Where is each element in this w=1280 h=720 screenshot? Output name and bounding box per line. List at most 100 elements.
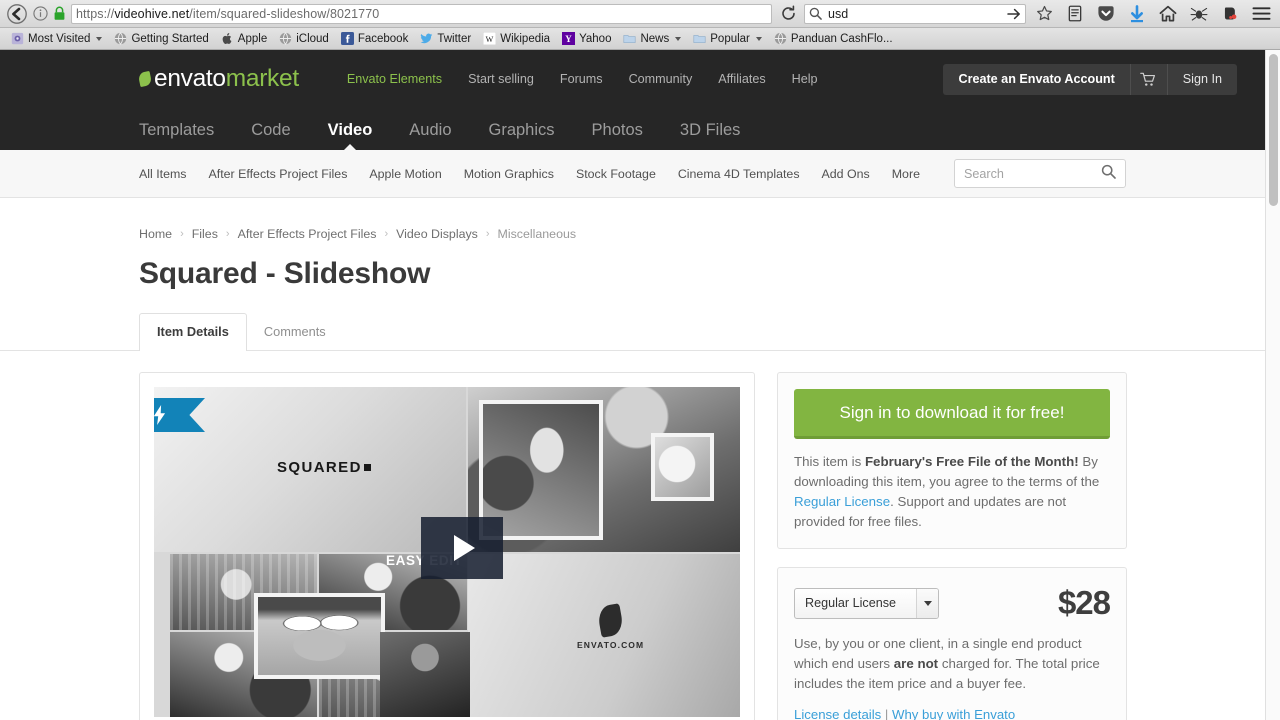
subnav-link-after-effects-project-files[interactable]: After Effects Project Files bbox=[209, 167, 348, 181]
create-account-button[interactable]: Create an Envato Account bbox=[943, 64, 1129, 95]
globe-icon bbox=[115, 32, 127, 45]
subnav-link-cinema-4d-templates[interactable]: Cinema 4D Templates bbox=[678, 167, 800, 181]
bookmark-most-visited[interactable]: Most Visited bbox=[6, 31, 107, 46]
nav-item-photos[interactable]: Photos bbox=[592, 121, 643, 150]
subnav-link-apple-motion[interactable]: Apple Motion bbox=[369, 167, 441, 181]
preview-card: SQUARED EASY EDIT ENVATO.COM bbox=[139, 372, 755, 720]
padlock-icon bbox=[53, 6, 66, 21]
bookmark-facebook[interactable]: Facebook bbox=[336, 31, 414, 46]
breadcrumb-after-effects-project-files[interactable]: After Effects Project Files bbox=[238, 227, 377, 241]
breadcrumb-home[interactable]: Home bbox=[139, 227, 172, 241]
header-top-bar: envato market Envato Elements Start sell… bbox=[0, 50, 1265, 108]
tab-comments[interactable]: Comments bbox=[247, 314, 343, 350]
facebook-icon bbox=[340, 32, 354, 45]
envato-market-logo[interactable]: envato market bbox=[137, 65, 299, 93]
nav-item-graphics[interactable]: Graphics bbox=[489, 121, 555, 150]
scrollbar-thumb[interactable] bbox=[1269, 54, 1278, 206]
reload-icon[interactable] bbox=[777, 3, 799, 25]
bookmark-wikipedia[interactable]: W Wikipedia bbox=[478, 31, 555, 46]
collage-photo bbox=[258, 597, 381, 675]
breadcrumb: Home › Files › After Effects Project Fil… bbox=[139, 198, 1126, 241]
subnav-link-stock-footage[interactable]: Stock Footage bbox=[576, 167, 656, 181]
arrow-right-icon[interactable] bbox=[1007, 7, 1021, 21]
envato-leaf-icon bbox=[137, 70, 153, 88]
header-link-affiliates[interactable]: Affiliates bbox=[718, 72, 765, 86]
back-arrow-icon[interactable] bbox=[6, 3, 28, 25]
evernote-icon[interactable] bbox=[1217, 2, 1243, 26]
bug-icon[interactable] bbox=[1186, 2, 1212, 26]
video-preview[interactable]: SQUARED EASY EDIT ENVATO.COM bbox=[154, 387, 740, 717]
nav-item-video[interactable]: Video bbox=[328, 121, 373, 150]
license-description: Use, by you or one client, in a single e… bbox=[794, 634, 1110, 694]
info-circle-icon[interactable] bbox=[33, 6, 48, 21]
nav-item-templates[interactable]: Templates bbox=[139, 121, 214, 150]
subnav-link-all-items[interactable]: All Items bbox=[139, 167, 187, 181]
tab-item-details[interactable]: Item Details bbox=[139, 313, 247, 351]
chevron-down-icon bbox=[755, 36, 762, 41]
download-icon[interactable] bbox=[1124, 2, 1150, 26]
url-bar[interactable]: https://videohive.net/item/squared-slide… bbox=[71, 3, 772, 24]
wikipedia-icon: W bbox=[483, 32, 497, 45]
play-button[interactable] bbox=[421, 517, 503, 579]
breadcrumb-video-displays[interactable]: Video Displays bbox=[396, 227, 478, 241]
header-link-community[interactable]: Community bbox=[629, 72, 693, 86]
page-scrollbar[interactable] bbox=[1265, 50, 1280, 720]
subnav-link-motion-graphics[interactable]: Motion Graphics bbox=[464, 167, 554, 181]
subnav-link-more[interactable]: More bbox=[892, 167, 920, 181]
page-content: envato market Envato Elements Start sell… bbox=[0, 50, 1265, 720]
header-links: Envato Elements Start selling Forums Com… bbox=[347, 72, 818, 86]
squared-title-text: SQUARED bbox=[277, 459, 371, 476]
browser-search-bar[interactable]: usd bbox=[804, 3, 1026, 24]
breadcrumb-files[interactable]: Files bbox=[192, 227, 218, 241]
svg-text:Y: Y bbox=[565, 34, 572, 44]
site-search-input[interactable]: Search bbox=[964, 167, 1101, 181]
search-input[interactable]: usd bbox=[828, 7, 1001, 21]
free-download-button[interactable]: Sign in to download it for free! bbox=[794, 389, 1110, 439]
free-file-note: This item is February's Free File of the… bbox=[794, 452, 1110, 532]
header-link-help[interactable]: Help bbox=[792, 72, 818, 86]
why-buy-with-envato-link[interactable]: Why buy with Envato bbox=[892, 707, 1015, 720]
nav-item-3d-files[interactable]: 3D Files bbox=[680, 121, 741, 150]
preview-column: SQUARED EASY EDIT ENVATO.COM bbox=[139, 372, 755, 720]
subnav-link-add-ons[interactable]: Add Ons bbox=[822, 167, 870, 181]
chevron-right-icon: › bbox=[180, 228, 184, 240]
bookmark-yahoo[interactable]: Y Yahoo bbox=[557, 31, 616, 46]
regular-license-link[interactable]: Regular License bbox=[794, 494, 890, 509]
bookmark-getting-started[interactable]: Getting Started bbox=[109, 31, 213, 46]
bookmark-twitter[interactable]: Twitter bbox=[415, 31, 476, 46]
pocket-icon[interactable] bbox=[1093, 2, 1119, 26]
bookmark-news[interactable]: News bbox=[618, 31, 686, 46]
nav-item-audio[interactable]: Audio bbox=[409, 121, 451, 150]
sign-in-button[interactable]: Sign In bbox=[1166, 63, 1237, 95]
search-icon[interactable] bbox=[1101, 164, 1116, 184]
header-link-start-selling[interactable]: Start selling bbox=[468, 72, 534, 86]
chevron-right-icon: › bbox=[485, 228, 490, 240]
folder-icon bbox=[693, 35, 706, 43]
bookmark-icloud[interactable]: iCloud bbox=[274, 31, 334, 46]
bookmark-apple[interactable]: Apple bbox=[216, 31, 272, 46]
page-title: Squared - Slideshow bbox=[139, 257, 431, 290]
reader-icon[interactable] bbox=[1062, 2, 1088, 26]
caret-down-icon[interactable] bbox=[916, 588, 938, 618]
main-content: Home › Files › After Effects Project Fil… bbox=[0, 198, 1265, 720]
free-note-bold: February's Free File of the Month! bbox=[864, 454, 1079, 469]
bookmark-panduan-cashflow[interactable]: Panduan CashFlo... bbox=[769, 31, 898, 46]
header-link-envato-elements[interactable]: Envato Elements bbox=[347, 72, 442, 86]
browser-chrome: https://videohive.net/item/squared-slide… bbox=[0, 0, 1280, 50]
nav-item-code[interactable]: Code bbox=[251, 121, 290, 150]
logo-envato-text: envato bbox=[154, 65, 226, 92]
star-icon[interactable] bbox=[1031, 2, 1057, 26]
twitter-icon bbox=[420, 33, 433, 44]
bookmark-label: Panduan CashFlo... bbox=[790, 32, 893, 45]
header-link-forums[interactable]: Forums bbox=[560, 72, 603, 86]
site-search-box[interactable]: Search bbox=[954, 159, 1126, 188]
shopping-cart-icon[interactable] bbox=[1129, 63, 1167, 95]
license-details-link[interactable]: License details bbox=[794, 707, 881, 720]
most-visited-icon bbox=[11, 32, 24, 45]
envato-leaf-icon bbox=[596, 603, 625, 638]
home-icon[interactable] bbox=[1155, 2, 1181, 26]
hamburger-menu-icon[interactable] bbox=[1248, 2, 1274, 26]
envato-watermark: ENVATO.COM bbox=[577, 603, 644, 650]
bookmark-popular[interactable]: Popular bbox=[688, 31, 767, 46]
license-select[interactable]: Regular License bbox=[794, 587, 939, 619]
